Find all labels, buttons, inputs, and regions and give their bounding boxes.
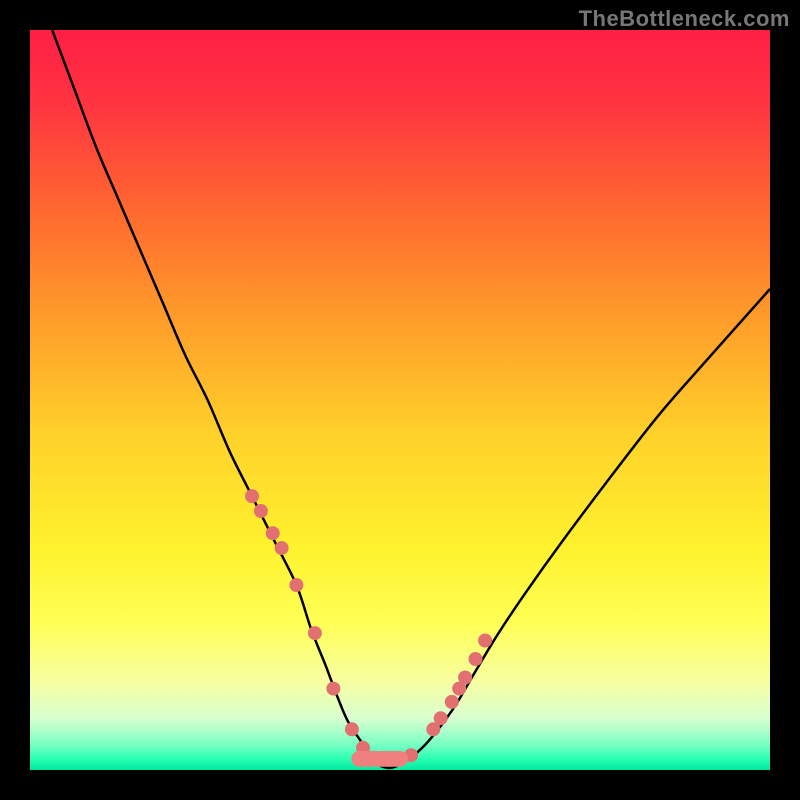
- data-point: [459, 671, 472, 684]
- data-point: [308, 627, 321, 640]
- data-point: [275, 542, 288, 555]
- chart-frame: TheBottleneck.com: [0, 0, 800, 800]
- plot-area: [30, 30, 770, 770]
- data-point: [345, 723, 358, 736]
- data-point: [479, 634, 492, 647]
- data-point-cluster: [246, 490, 492, 762]
- data-point: [290, 579, 303, 592]
- data-point: [427, 723, 440, 736]
- data-point: [445, 695, 458, 708]
- bottleneck-curve: [52, 30, 770, 768]
- curve-overlay: [30, 30, 770, 770]
- data-point: [254, 505, 267, 518]
- optimal-zone-bar: [352, 752, 408, 767]
- data-point: [434, 712, 447, 725]
- data-point: [246, 490, 259, 503]
- data-point: [469, 653, 482, 666]
- watermark-text: TheBottleneck.com: [579, 6, 790, 32]
- data-point: [266, 527, 279, 540]
- data-point: [327, 682, 340, 695]
